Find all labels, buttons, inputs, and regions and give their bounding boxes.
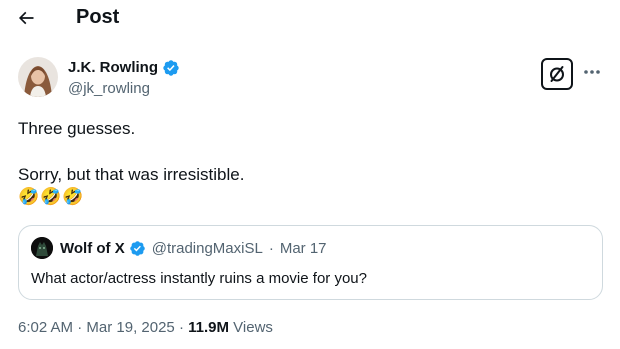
- meta-separator: ·: [77, 319, 83, 336]
- post-meta: 6:02 AM · Mar 19, 2025 · 11.9M Views: [18, 318, 273, 338]
- tweet-line: Three guesses.: [18, 119, 136, 138]
- post-date[interactable]: Mar 19, 2025: [86, 319, 174, 336]
- meta-separator: ·: [178, 319, 184, 336]
- quote-author-handle: @tradingMaxiSL: [151, 239, 263, 257]
- post-header: Post: [0, 0, 620, 36]
- author-avatar[interactable]: [18, 57, 58, 97]
- quoted-post[interactable]: Wolf of X @tradingMaxiSL · Mar 17 What a…: [18, 225, 603, 300]
- quote-author-name: Wolf of X: [60, 239, 125, 257]
- views-label: Views: [233, 319, 273, 336]
- more-horizontal-icon: [584, 70, 600, 74]
- tweet-line: Sorry, but that was irresistible.: [18, 165, 245, 184]
- quote-avatar: [31, 237, 53, 259]
- post-time[interactable]: 6:02 AM: [18, 319, 73, 336]
- quote-text: What actor/actress instantly ruins a mov…: [31, 270, 367, 287]
- verified-badge-icon: [163, 60, 179, 76]
- author-handle[interactable]: @jk_rowling: [68, 79, 150, 99]
- quote-separator: ·: [268, 239, 274, 257]
- tweet-text: Three guesses. Sorry, but that was irres…: [18, 117, 608, 209]
- back-button[interactable]: [8, 0, 44, 36]
- grok-button[interactable]: [541, 58, 573, 90]
- author-name-row: J.K. Rowling: [68, 58, 180, 78]
- more-button[interactable]: [580, 62, 604, 82]
- page-title: Post: [76, 6, 120, 28]
- quote-date: Mar 17: [279, 239, 327, 257]
- grok-icon: [550, 66, 564, 82]
- verified-badge-icon: [129, 240, 145, 256]
- arrow-left-icon: [18, 11, 34, 25]
- tweet-emoji-line: 🤣🤣🤣: [18, 187, 85, 207]
- views-count[interactable]: 11.9M: [188, 319, 229, 336]
- quote-header: Wolf of X @tradingMaxiSL · Mar 17: [60, 238, 327, 258]
- author-name[interactable]: J.K. Rowling: [68, 58, 158, 78]
